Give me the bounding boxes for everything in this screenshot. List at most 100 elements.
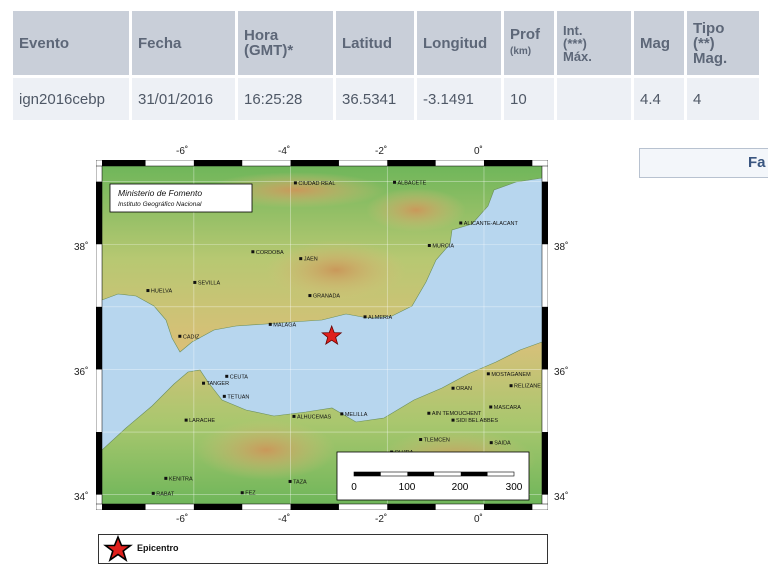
city-label: JAEN xyxy=(304,257,318,263)
city-dot xyxy=(489,405,493,409)
city-label: CEUTA xyxy=(230,374,249,380)
city-label: MALAGA xyxy=(273,322,296,328)
header-evento[interactable]: Evento xyxy=(13,11,129,75)
city-marker: MASCARA xyxy=(489,405,521,411)
city-dot xyxy=(184,418,188,422)
header-int-max[interactable]: Int. (***) Máx. xyxy=(557,11,631,75)
bottom-tick-2w: -2˚ xyxy=(375,514,388,525)
city-marker: MELILLA xyxy=(340,412,368,418)
cell-evento[interactable]: ign2016cebp xyxy=(13,78,129,120)
table-header-row: Evento Fecha Hora (GMT)* Latitud Longitud… xyxy=(13,11,759,75)
scale-label-200: 200 xyxy=(452,482,469,493)
city-label: LARACHE xyxy=(189,418,215,424)
side-button-label: Fa xyxy=(748,154,766,171)
city-marker: ALHUCEMAS xyxy=(292,414,332,420)
top-tick-4w: -4˚ xyxy=(278,146,291,157)
city-dot xyxy=(293,181,297,185)
city-marker: HUELVA xyxy=(146,289,172,295)
city-dot xyxy=(292,414,296,418)
header-tipo-mag[interactable]: Tipo (**) Mag. xyxy=(687,11,759,75)
city-dot xyxy=(251,250,255,254)
city-dot xyxy=(393,180,397,184)
header-mag[interactable]: Mag xyxy=(634,11,684,75)
scale-label-300: 300 xyxy=(506,482,523,493)
header-latitud[interactable]: Latitud xyxy=(336,11,414,75)
city-label: TAZA xyxy=(293,479,307,485)
top-tick-6w: -6˚ xyxy=(176,146,189,157)
legend-label: Epicentro xyxy=(137,543,179,553)
city-label: GRANADA xyxy=(313,294,341,300)
city-dot xyxy=(193,280,197,284)
cell-prof: 10 xyxy=(504,78,554,120)
city-label: RELIZANE xyxy=(514,384,541,390)
header-fecha[interactable]: Fecha xyxy=(132,11,235,75)
city-label: MASCARA xyxy=(494,405,522,411)
atlas-relief-west xyxy=(196,420,336,480)
city-dot xyxy=(288,479,292,483)
city-label: SEVILLA xyxy=(198,280,221,286)
city-dot xyxy=(240,491,244,495)
cell-longitud: -3.1491 xyxy=(417,78,501,120)
murcia-relief xyxy=(366,188,466,232)
city-label: RABAT xyxy=(156,491,175,497)
credit-line1: Ministerio de Fomento xyxy=(118,188,202,198)
city-dot xyxy=(427,411,431,415)
map-svg: CIUDAD REAL ALBACETE ALICANTE-ALACANT MURCI… xyxy=(95,159,549,511)
city-dot xyxy=(459,221,463,225)
top-tick-2w: -2˚ xyxy=(375,146,388,157)
city-marker: TETUAN xyxy=(222,394,249,400)
city-marker: GRANADA xyxy=(308,294,340,300)
city-marker: MURCIA xyxy=(427,243,454,249)
bottom-tick-6w: -6˚ xyxy=(176,514,189,525)
city-marker: SEVILLA xyxy=(193,280,220,286)
city-dot xyxy=(202,381,206,385)
header-longitud[interactable]: Longitud xyxy=(417,11,501,75)
left-tick-38: 38˚ xyxy=(74,242,89,253)
top-tick-0: 0˚ xyxy=(474,146,483,157)
scale-label-0: 0 xyxy=(351,482,357,493)
header-hora[interactable]: Hora (GMT)* xyxy=(238,11,333,75)
city-dot xyxy=(225,374,229,378)
city-label: CADIZ xyxy=(183,334,200,340)
city-dot xyxy=(340,412,344,416)
city-marker: CORDOBA xyxy=(251,250,284,256)
cell-hora: 16:25:28 xyxy=(238,78,333,120)
city-marker: ALBACETE xyxy=(393,180,427,186)
city-marker: MOSTAGANEM xyxy=(486,372,531,378)
city-label: ALICANTE-ALACANT xyxy=(464,221,519,227)
city-dot xyxy=(299,257,303,261)
events-table: Evento Fecha Hora (GMT)* Latitud Longitud… xyxy=(10,8,762,123)
city-dot xyxy=(222,394,226,398)
scale-label-100: 100 xyxy=(399,482,416,493)
city-dot xyxy=(419,438,423,442)
city-label: TLEMCEN xyxy=(424,438,450,444)
city-marker: SIDI BEL ABBES xyxy=(451,418,498,424)
map-legend: Epicentro xyxy=(98,534,548,564)
city-dot xyxy=(509,384,513,388)
right-tick-38: 38˚ xyxy=(554,242,569,253)
legend-star-icon xyxy=(103,535,133,562)
bottom-tick-0: 0˚ xyxy=(474,514,483,525)
side-button[interactable]: Fa xyxy=(639,148,768,178)
city-label: CIUDAD REAL xyxy=(298,181,335,187)
city-dot xyxy=(164,476,168,480)
city-label: TANGER xyxy=(207,381,230,387)
city-label: MURCIA xyxy=(432,243,454,249)
table-row[interactable]: ign2016cebp 31/01/2016 16:25:28 36.5341 … xyxy=(13,78,759,120)
left-tick-36: 36˚ xyxy=(74,367,89,378)
city-label: SIDI BEL ABBES xyxy=(456,418,498,424)
sierra-nevada-relief xyxy=(266,240,406,300)
city-dot xyxy=(489,441,493,445)
city-marker: ALICANTE-ALACANT xyxy=(459,221,519,227)
city-label: KENITRA xyxy=(169,476,193,482)
header-prof[interactable]: Prof (km) xyxy=(504,11,554,75)
city-label: AIN TEMOUCHENT xyxy=(432,411,482,417)
bottom-tick-4w: -4˚ xyxy=(278,514,291,525)
city-marker: AIN TEMOUCHENT xyxy=(427,411,482,417)
left-tick-34: 34˚ xyxy=(74,492,89,503)
city-dot xyxy=(146,289,150,293)
cell-mag: 4.4 xyxy=(634,78,684,120)
epicenter-map: CIUDAD REAL ALBACETE ALICANTE-ALACANT MURCI… xyxy=(74,146,568,525)
city-marker: CIUDAD REAL xyxy=(293,181,335,187)
city-dot xyxy=(308,294,312,298)
